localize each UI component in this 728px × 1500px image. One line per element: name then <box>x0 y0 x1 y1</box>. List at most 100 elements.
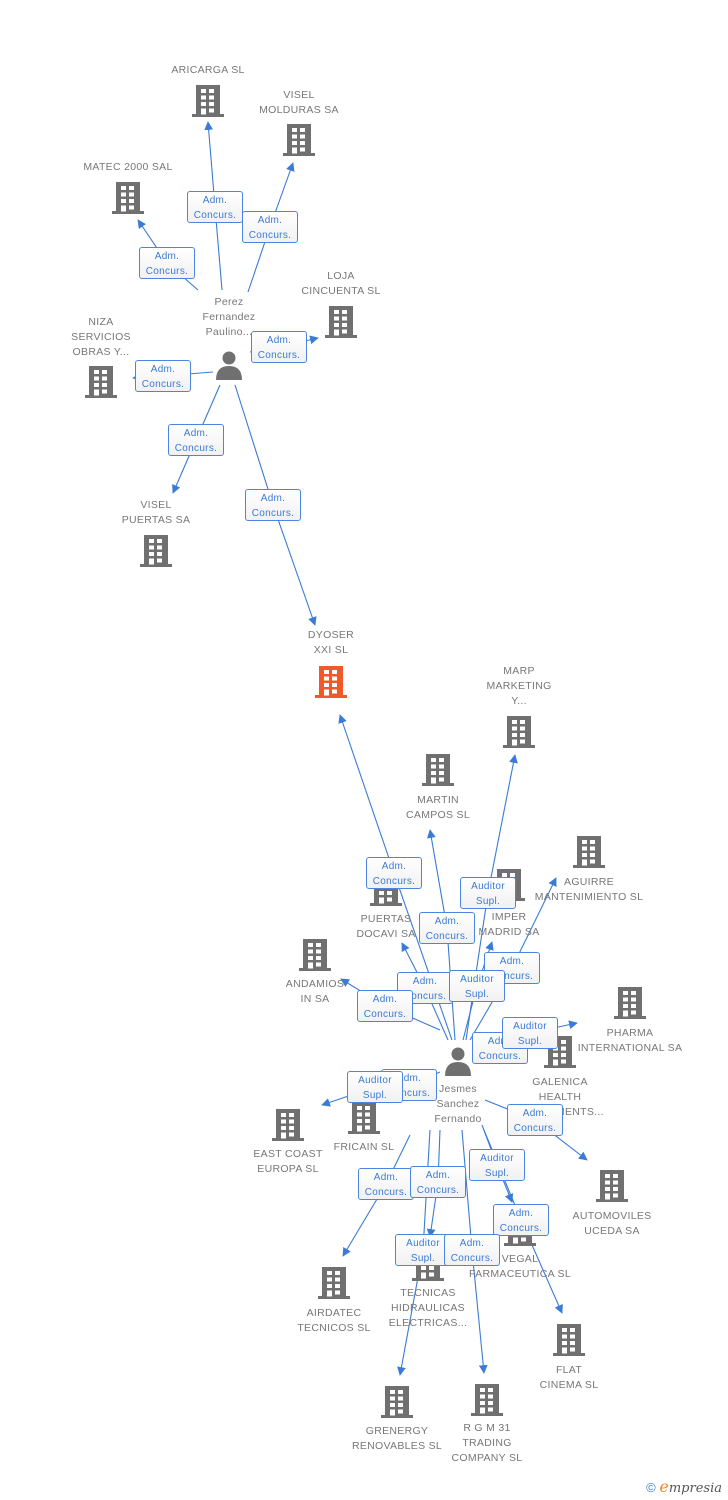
person-icon[interactable] <box>216 351 242 381</box>
building-icon[interactable] <box>315 666 347 698</box>
copyright-icon: © <box>646 1480 656 1495</box>
company-label[interactable]: AIRDATEC TECNICOS SL <box>297 1306 370 1336</box>
label-line: PHARMA <box>606 1027 654 1039</box>
label-line: IN SA <box>300 993 330 1005</box>
label-line: HEALTH <box>538 1091 582 1103</box>
building-icon[interactable] <box>318 1267 350 1299</box>
role-badge-adm-concurs[interactable]: Adm. Concurs. <box>357 990 413 1022</box>
label-line: R G M 31 <box>463 1422 511 1434</box>
role-badge-auditor-supl[interactable]: Auditor Supl. <box>460 877 516 909</box>
role-badge-adm-concurs[interactable]: Adm. Concurs. <box>410 1166 466 1198</box>
label-line: MARKETING <box>486 680 552 692</box>
person-label[interactable]: Perez Fernandez Paulino... <box>203 295 256 340</box>
role-text: Concurs. <box>416 1185 460 1196</box>
label-line: Perez <box>214 296 244 308</box>
role-text: Adm. <box>150 364 176 375</box>
company-label[interactable]: PUERTAS DOCAVI SA <box>356 912 415 942</box>
role-badge-adm-concurs[interactable]: Adm. Concurs. <box>366 857 422 889</box>
label-line: Y... <box>511 695 527 707</box>
building-icon[interactable] <box>503 716 535 748</box>
label-line: FARMACEUTICA SL <box>469 1268 571 1280</box>
label-line: Paulino... <box>205 326 253 338</box>
building-icon[interactable] <box>140 535 172 567</box>
building-icon[interactable] <box>272 1109 304 1141</box>
company-label[interactable]: ANDAMIOS IN SA <box>286 977 344 1007</box>
company-label[interactable]: VISEL MOLDURAS SA <box>259 88 339 118</box>
company-label[interactable]: EAST COAST EUROPA SL <box>253 1147 322 1177</box>
role-badge-adm-concurs[interactable]: Adm. Concurs. <box>507 1104 563 1136</box>
role-text: Adm. <box>508 1208 534 1219</box>
building-icon[interactable] <box>348 1102 380 1134</box>
building-icon[interactable] <box>381 1386 413 1418</box>
building-icon[interactable] <box>192 85 224 117</box>
role-badge-auditor-supl[interactable]: Auditor Supl. <box>347 1071 403 1103</box>
building-icon[interactable] <box>553 1324 585 1356</box>
role-badge-adm-concurs[interactable]: Adm. Concurs. <box>187 191 243 223</box>
building-icon[interactable] <box>471 1384 503 1416</box>
label-line: MARTIN <box>417 794 459 806</box>
network-graph <box>85 85 646 1418</box>
building-icon[interactable] <box>614 987 646 1019</box>
role-badge-adm-concurs[interactable]: Adm. Concurs. <box>135 360 191 392</box>
role-text: Auditor <box>460 974 494 985</box>
building-icon[interactable] <box>573 836 605 868</box>
role-badge-auditor-supl[interactable]: Auditor Supl. <box>502 1017 558 1049</box>
role-text: Supl. <box>362 1090 388 1101</box>
label-line: MANTENIMIENTO SL <box>534 891 644 903</box>
company-label[interactable]: AUTOMOVILES UCEDA SA <box>573 1209 652 1239</box>
role-text: Adm. <box>257 215 283 226</box>
company-label[interactable]: FRICAIN SL <box>334 1140 395 1155</box>
company-label[interactable]: LOJA CINCUENTA SL <box>301 269 380 299</box>
building-icon[interactable] <box>283 124 315 156</box>
company-label[interactable]: ARICARGA SL <box>171 63 244 78</box>
company-label[interactable]: TECNICAS HIDRAULICAS ELECTRICAS... <box>389 1286 468 1331</box>
person-icon[interactable] <box>445 1047 471 1077</box>
label-line: COMPANY SL <box>451 1452 523 1464</box>
role-badge-adm-concurs[interactable]: Adm. Concurs. <box>139 247 195 279</box>
company-label[interactable]: MARTIN CAMPOS SL <box>406 793 470 823</box>
role-text: Adm. <box>522 1108 548 1119</box>
role-badge-adm-concurs[interactable]: Adm. Concurs. <box>245 489 301 521</box>
building-icon[interactable] <box>596 1170 628 1202</box>
label-line: TECNICOS SL <box>297 1322 371 1334</box>
role-badge-adm-concurs[interactable]: Adm. Concurs. <box>419 912 475 944</box>
role-badge-adm-concurs[interactable]: Adm. Concurs. <box>251 331 307 363</box>
role-badge-adm-concurs[interactable]: Adm. Concurs. <box>444 1234 500 1266</box>
label-line: ANDAMIOS <box>285 978 345 990</box>
building-icon[interactable] <box>422 754 454 786</box>
person-label[interactable]: Jesmes Sanchez Fernando <box>434 1082 481 1127</box>
role-badge-auditor-supl[interactable]: Auditor Supl. <box>395 1234 451 1266</box>
role-badge-auditor-supl[interactable]: Auditor Supl. <box>469 1149 525 1181</box>
label-line: OBRAS Y... <box>72 346 130 358</box>
role-text: Concurs. <box>248 230 292 241</box>
label-line: TECNICAS <box>400 1287 456 1299</box>
role-text: Auditor <box>480 1153 514 1164</box>
role-text: Concurs. <box>145 266 189 277</box>
role-badge-adm-concurs[interactable]: Adm. Concurs. <box>493 1204 549 1236</box>
company-label[interactable]: IMPER MADRID SA <box>478 910 539 940</box>
building-icon[interactable] <box>325 306 357 338</box>
role-badge-adm-concurs[interactable]: Adm. Concurs. <box>168 424 224 456</box>
role-text: Concurs. <box>193 210 237 221</box>
company-label[interactable]: R G M 31 TRADING COMPANY SL <box>452 1421 523 1466</box>
building-icon[interactable] <box>299 939 331 971</box>
role-text: Concurs. <box>372 876 416 887</box>
company-label[interactable]: FLAT CINEMA SL <box>540 1363 599 1393</box>
company-label[interactable]: VISEL PUERTAS SA <box>122 498 191 528</box>
company-label[interactable]: AGUIRRE MANTENIMIENTO SL <box>535 875 643 905</box>
empresia-logo[interactable]: © empresia <box>646 1477 722 1496</box>
company-label[interactable]: NIZA SERVICIOS OBRAS Y... <box>71 315 131 360</box>
role-badge-auditor-supl[interactable]: Auditor Supl. <box>449 970 505 1002</box>
company-label[interactable]: MATEC 2000 SAL <box>83 160 172 175</box>
role-badge-adm-concurs[interactable]: Adm. Concurs. <box>242 211 298 243</box>
building-icon[interactable] <box>85 366 117 398</box>
label-line: TRADING <box>462 1437 512 1449</box>
company-label[interactable]: MARP MARKETING Y... <box>486 664 551 709</box>
role-badge-adm-concurs[interactable]: Adm. Concurs. <box>358 1168 414 1200</box>
company-label[interactable]: PHARMA INTERNATIONAL SA <box>578 1026 683 1056</box>
building-icon[interactable] <box>112 182 144 214</box>
company-label[interactable]: GRENERGY RENOVABLES SL <box>352 1424 442 1454</box>
role-text: Supl. <box>410 1253 436 1264</box>
label-line: ARICARGA SL <box>171 64 245 76</box>
company-label[interactable]: DYOSER XXI SL <box>308 628 354 658</box>
